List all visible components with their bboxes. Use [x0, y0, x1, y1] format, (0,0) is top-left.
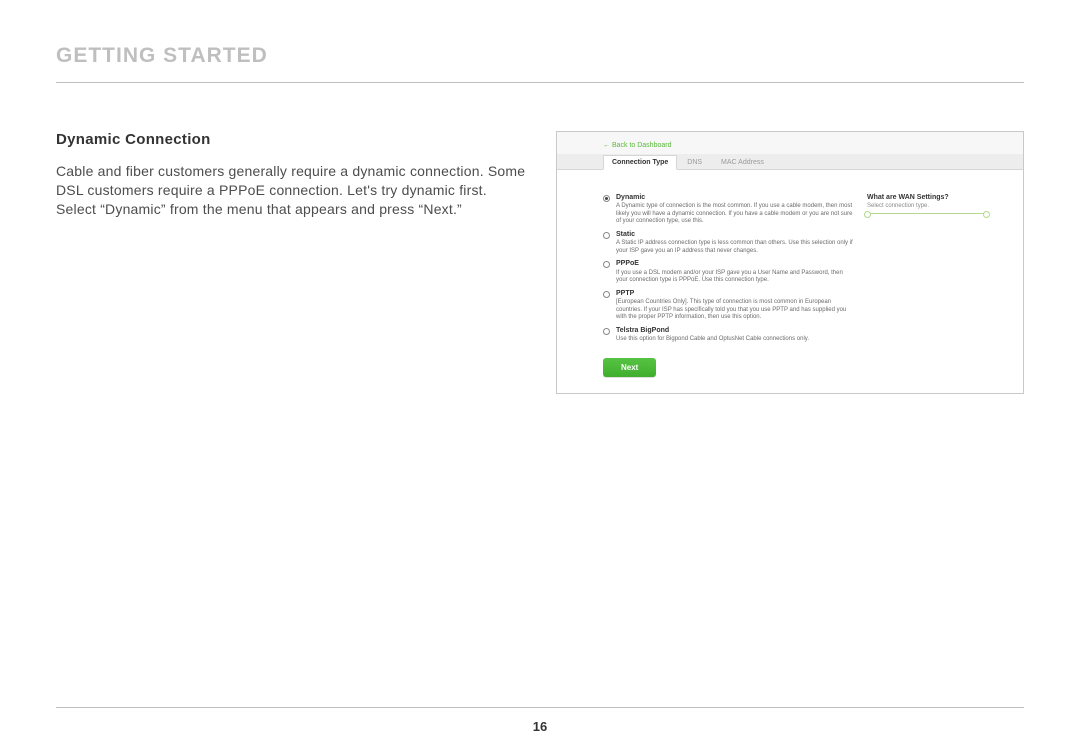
- tab-connection-type[interactable]: Connection Type: [603, 155, 677, 170]
- back-to-dashboard-link[interactable]: ← Back to Dashboard: [557, 132, 1023, 154]
- radio-pppoe[interactable]: [603, 261, 610, 268]
- radio-dynamic[interactable]: [603, 195, 610, 202]
- body-text: Cable and fiber customers generally requ…: [56, 162, 526, 219]
- option-desc: A Static IP address connection type is l…: [616, 240, 853, 255]
- option-label: Static: [616, 231, 853, 239]
- radio-pptp[interactable]: [603, 291, 610, 298]
- help-sidebar: What are WAN Settings? Select connection…: [867, 194, 987, 214]
- option-label: Dynamic: [616, 194, 853, 202]
- callout-line: [867, 213, 987, 214]
- option-label: Telstra BigPond: [616, 327, 853, 335]
- option-dynamic[interactable]: Dynamic A Dynamic type of connection is …: [603, 194, 853, 226]
- page-number: 16: [0, 719, 1080, 734]
- divider-top: [56, 82, 1024, 83]
- sidebar-subtitle: Select connection type.: [867, 203, 987, 209]
- divider-bottom: [56, 707, 1024, 708]
- connection-options: Dynamic A Dynamic type of connection is …: [603, 194, 867, 377]
- option-pppoe[interactable]: PPPoE If you use a DSL modem and/or your…: [603, 260, 853, 284]
- next-button[interactable]: Next: [603, 358, 656, 377]
- sidebar-title: What are WAN Settings?: [867, 194, 987, 201]
- radio-telstra[interactable]: [603, 328, 610, 335]
- option-label: PPPoE: [616, 260, 853, 268]
- section-heading: Dynamic Connection: [56, 131, 526, 148]
- router-panel: ← Back to Dashboard Connection Type DNS …: [556, 131, 1024, 394]
- tab-mac-address[interactable]: MAC Address: [712, 155, 773, 169]
- option-desc: If you use a DSL modem and/or your ISP g…: [616, 270, 853, 285]
- tab-bar: Connection Type DNS MAC Address: [557, 154, 1023, 170]
- option-desc: Use this option for Bigpond Cable and Op…: [616, 336, 853, 344]
- option-desc: A Dynamic type of connection is the most…: [616, 203, 853, 226]
- page-title: GETTING STARTED: [56, 44, 1024, 82]
- content-row: Dynamic Connection Cable and fiber custo…: [56, 131, 1024, 394]
- tab-dns[interactable]: DNS: [678, 155, 711, 169]
- option-label: PPTP: [616, 290, 853, 298]
- left-column: Dynamic Connection Cable and fiber custo…: [56, 131, 526, 219]
- panel-body: Dynamic A Dynamic type of connection is …: [557, 170, 1023, 393]
- option-telstra-bigpond[interactable]: Telstra BigPond Use this option for Bigp…: [603, 327, 853, 344]
- option-desc: [European Countries Only]. This type of …: [616, 299, 853, 322]
- option-pptp[interactable]: PPTP [European Countries Only]. This typ…: [603, 290, 853, 322]
- option-static[interactable]: Static A Static IP address connection ty…: [603, 231, 853, 255]
- radio-static[interactable]: [603, 232, 610, 239]
